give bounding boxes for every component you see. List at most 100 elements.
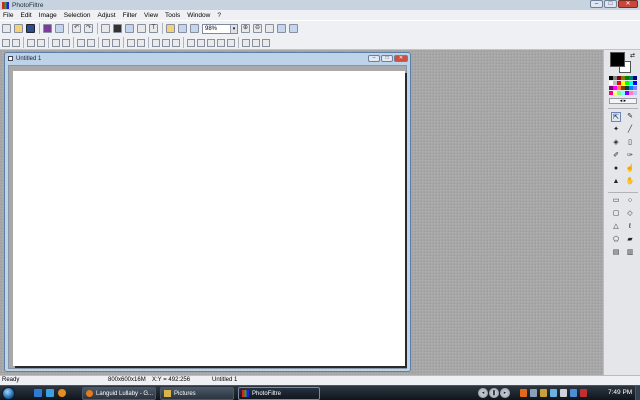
diamond-select-icon[interactable]: ◇ (625, 209, 635, 219)
triangle-select-icon[interactable]: △ (611, 222, 621, 232)
frame-icon[interactable] (190, 24, 199, 33)
tray-alert-icon[interactable] (580, 389, 587, 397)
rgb-icon[interactable] (207, 38, 215, 47)
start-button[interactable] (2, 387, 15, 400)
document-title-bar[interactable]: Untitled 1 – □ ✕ (5, 53, 410, 64)
show-desktop-icon[interactable] (34, 389, 42, 397)
maximize-button[interactable]: □ (604, 0, 617, 8)
new-file-icon[interactable] (2, 24, 11, 33)
actual-size-icon[interactable] (277, 24, 286, 33)
menu-adjust[interactable]: Adjust (98, 12, 116, 19)
zoom-select[interactable]: 98% ▾ (202, 23, 238, 34)
color-palette[interactable] (609, 76, 637, 96)
stretch-icon[interactable]: ▤ (611, 248, 621, 258)
undo-icon[interactable]: ↶ (72, 24, 81, 33)
next-icon[interactable]: ▸ (500, 388, 510, 398)
close-button[interactable]: ✕ (618, 0, 638, 8)
brightness-icon[interactable] (27, 38, 35, 47)
clone-stamp-icon[interactable]: ▲ (611, 177, 621, 187)
menu-help[interactable]: ? (217, 12, 221, 19)
hand-icon[interactable]: ✋ (625, 177, 635, 187)
auto-contrast-icon[interactable] (12, 38, 20, 47)
zoom-out-icon[interactable]: ⊖ (253, 24, 262, 33)
magic-wand-icon[interactable]: ✦ (611, 125, 621, 135)
gamma-icon[interactable] (62, 38, 70, 47)
clock[interactable]: 7:49 PM (608, 389, 632, 396)
rounded-rect-select-icon[interactable]: ▢ (611, 209, 621, 219)
ellipse-select-icon[interactable]: ○ (625, 196, 635, 206)
tray-app-icon[interactable] (520, 389, 527, 397)
emboss-icon[interactable] (187, 38, 195, 47)
minimize-button[interactable]: – (590, 0, 603, 8)
tray-folder-icon[interactable] (540, 389, 547, 397)
paste-new-icon[interactable] (137, 24, 146, 33)
canvas-size-icon[interactable] (178, 24, 187, 33)
menu-window[interactable]: Window (187, 12, 210, 19)
task-pictures[interactable]: Pictures (160, 387, 234, 400)
image-canvas[interactable] (13, 71, 405, 366)
sharpen-icon[interactable] (137, 38, 145, 47)
doc-close-button[interactable]: ✕ (394, 55, 408, 62)
menu-selection[interactable]: Selection (64, 12, 91, 19)
color-balance-icon[interactable] (77, 38, 85, 47)
rotate-180-icon[interactable] (262, 38, 270, 47)
open-folder-icon[interactable] (14, 24, 23, 33)
menu-filter[interactable]: Filter (123, 12, 137, 19)
palette-swatch[interactable] (633, 81, 637, 85)
smudge-icon[interactable]: ☝ (625, 164, 635, 174)
blur-tool-icon[interactable]: ● (611, 164, 621, 174)
lasso-icon[interactable]: ℓ (625, 222, 635, 232)
open-shape-icon[interactable]: ▰ (625, 235, 635, 245)
menu-file[interactable]: File (3, 12, 13, 19)
color-picker-icon[interactable]: ✎ (625, 112, 635, 122)
blur-icon[interactable] (127, 38, 135, 47)
fit-selection-icon[interactable]: ▥ (625, 248, 635, 258)
swap-colors-icon[interactable]: ⇄ (630, 52, 635, 59)
fill-bucket-icon[interactable]: ◈ (611, 138, 621, 148)
text-tool-icon[interactable]: T (149, 24, 158, 33)
dust-icon[interactable] (152, 38, 160, 47)
flip-horizontal-icon[interactable] (217, 38, 225, 47)
rotate-right-icon[interactable] (252, 38, 260, 47)
internet-explorer-icon[interactable] (46, 389, 54, 397)
show-desktop-button[interactable] (635, 386, 640, 400)
cut-icon[interactable] (101, 24, 110, 33)
doc-minimize-button[interactable]: – (368, 55, 380, 62)
save-icon[interactable] (26, 24, 35, 33)
fit-window-icon[interactable] (265, 24, 274, 33)
task-photofiltre[interactable]: PhotoFiltre (238, 387, 320, 400)
image-size-icon[interactable] (166, 24, 175, 33)
auto-level-icon[interactable] (2, 38, 10, 47)
grayscale-icon[interactable] (102, 38, 110, 47)
volume-icon[interactable] (560, 389, 567, 397)
paste-icon[interactable] (125, 24, 134, 33)
zoom-in-icon[interactable]: ⊕ (241, 24, 250, 33)
sepia-icon[interactable] (112, 38, 120, 47)
network-icon[interactable] (530, 389, 537, 397)
selection-tool-icon[interactable]: ⇱ (611, 112, 621, 122)
task-media-player[interactable]: Languid Lullaby - G... (82, 387, 156, 400)
foreground-color-swatch[interactable] (610, 52, 625, 67)
fullscreen-icon[interactable] (289, 24, 298, 33)
hue-icon[interactable] (87, 38, 95, 47)
doc-maximize-button[interactable]: □ (381, 55, 393, 62)
scan-icon[interactable] (55, 24, 64, 33)
flip-vertical-icon[interactable] (227, 38, 235, 47)
previous-icon[interactable]: ◂ (478, 388, 488, 398)
palette-swatch[interactable] (633, 91, 637, 95)
tray-update-icon[interactable] (570, 389, 577, 397)
spray-icon[interactable]: ▯ (625, 138, 635, 148)
redo-icon[interactable]: ↷ (84, 24, 93, 33)
palette-swatch[interactable] (633, 86, 637, 90)
menu-tools[interactable]: Tools (165, 12, 180, 19)
chevron-down-icon[interactable]: ▾ (230, 24, 237, 33)
contrast-icon[interactable] (37, 38, 45, 47)
firefox-icon[interactable] (58, 389, 66, 397)
rectangle-select-icon[interactable]: ▭ (611, 196, 621, 206)
soften-icon[interactable] (162, 38, 170, 47)
copy-icon[interactable] (113, 24, 122, 33)
palette-swatch[interactable] (633, 76, 637, 80)
menu-edit[interactable]: Edit (20, 12, 31, 19)
sharpen-more-icon[interactable] (172, 38, 180, 47)
print-icon[interactable] (43, 24, 52, 33)
